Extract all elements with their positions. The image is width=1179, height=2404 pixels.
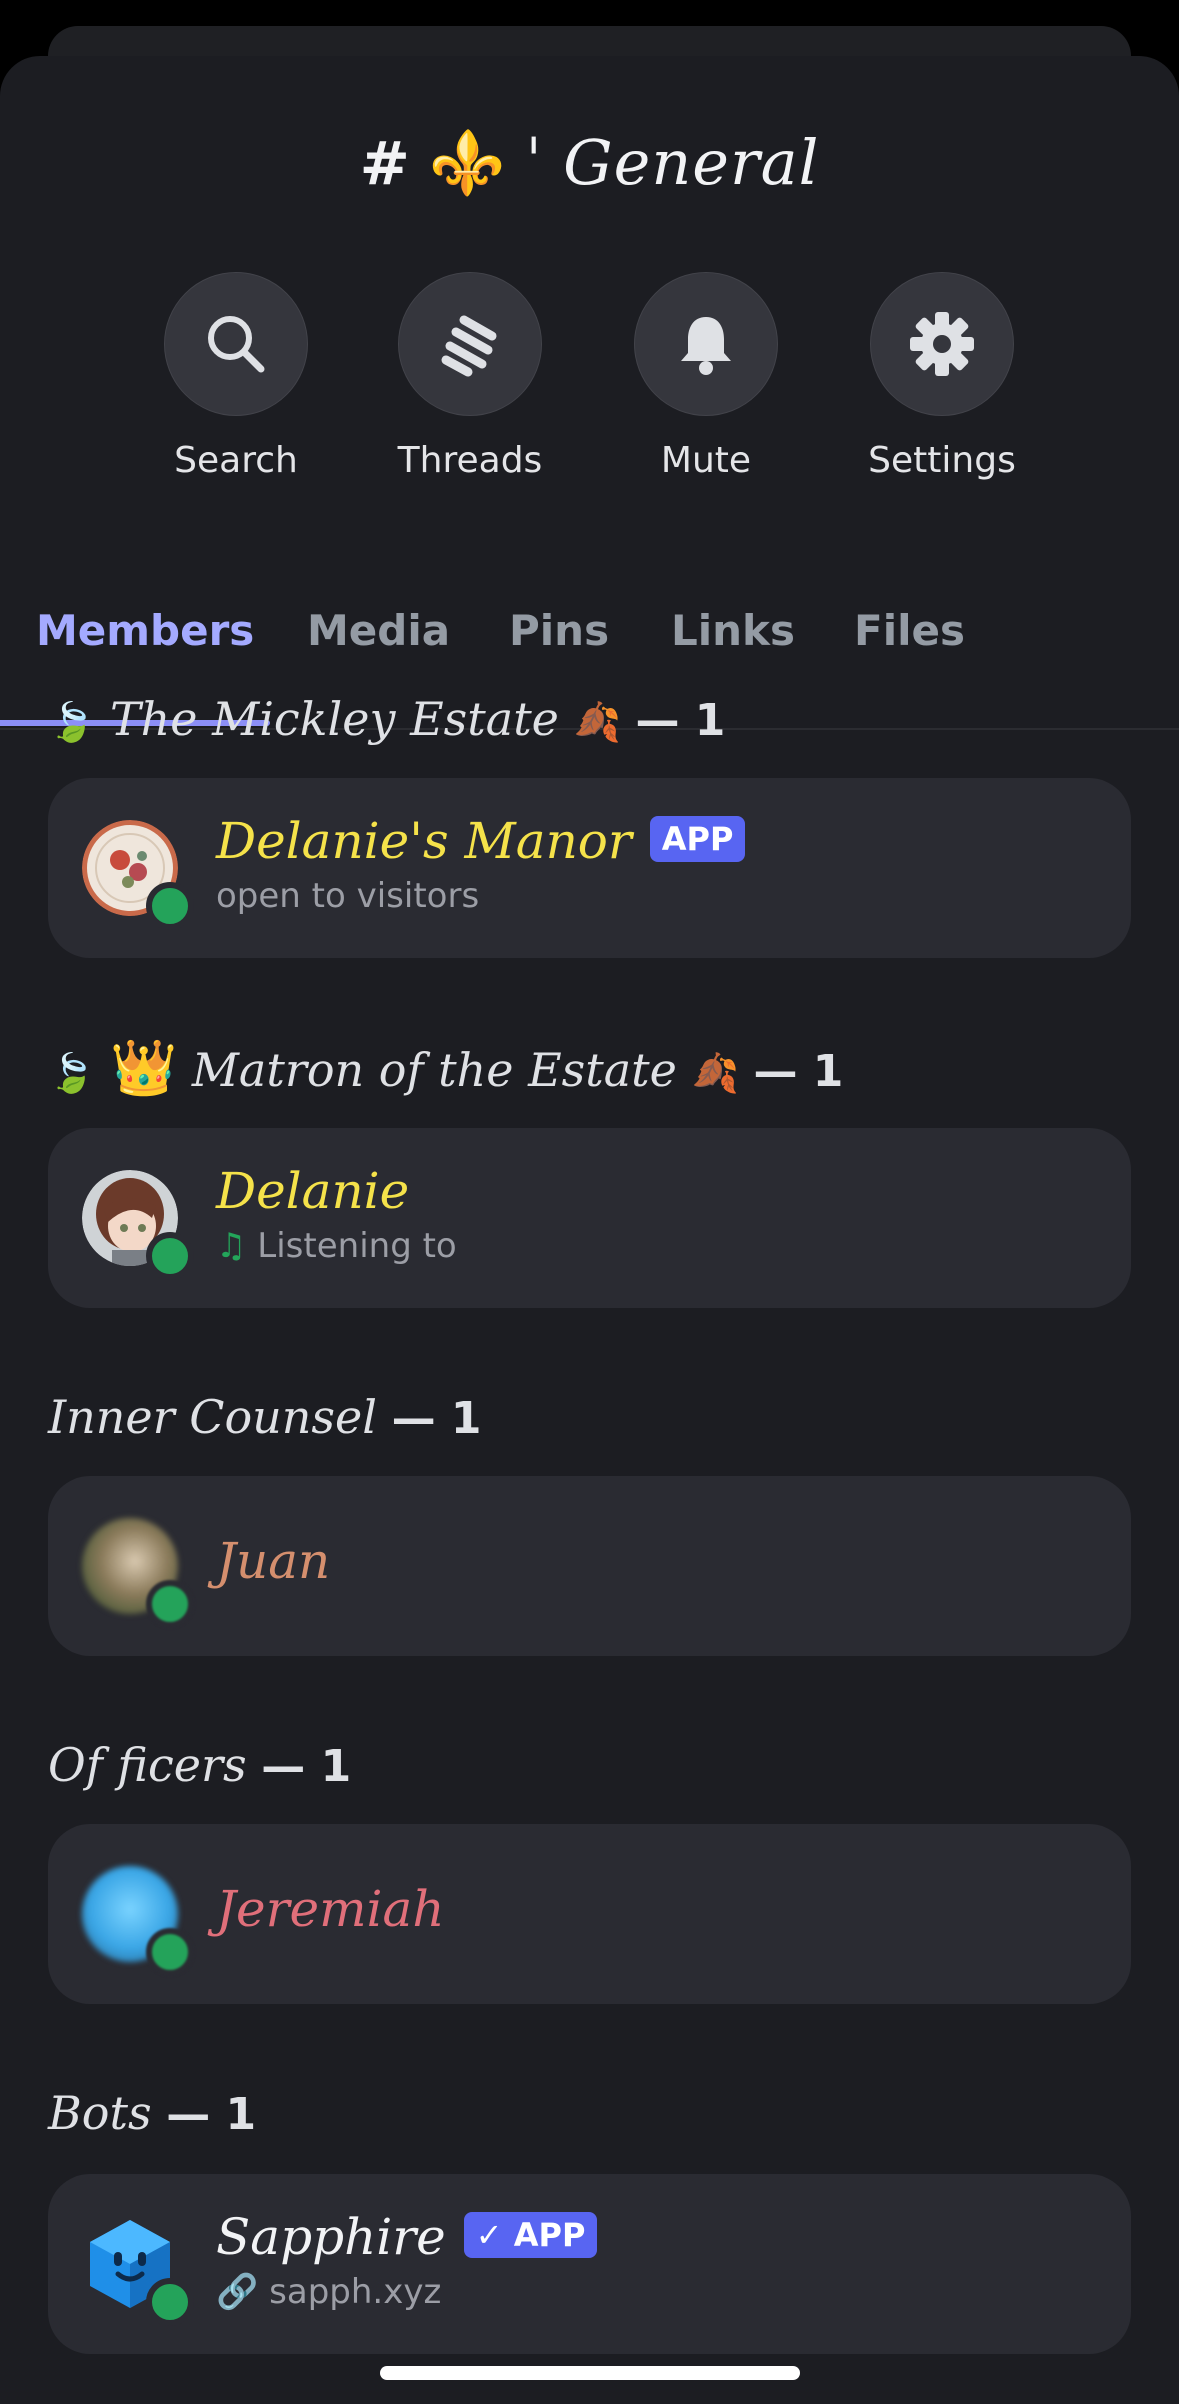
mute-label: Mute [660,440,752,481]
online-status-dot [146,1580,194,1628]
tab-files[interactable]: Files [854,606,965,655]
music-note-icon: ♫ [216,1226,247,1266]
tab-pins[interactable]: Pins [509,606,609,655]
bot-website: sapph.xyz [269,2272,442,2312]
settings-button[interactable]: Settings [842,272,1042,481]
section-title: Of ficers [48,1738,247,1792]
section-title: Matron of the Estate [191,1043,677,1097]
fleur-de-lis-emoji: ⚜️ [428,126,508,199]
home-indicator [380,2366,800,2380]
search-button[interactable]: Search [136,272,336,481]
hash-icon: # [359,129,411,199]
online-status-dot [146,1928,194,1976]
member-row-delanie[interactable]: Delanie ♫ Listening to [48,1128,1131,1308]
member-status: open to visitors [216,876,480,916]
member-status: 🔗 sapph.xyz [216,2272,441,2312]
section-title: The Mickley Estate [109,692,559,746]
channel-info-sheet: # ⚜️ ˈ General Search Threads Mute Setti… [0,56,1179,2404]
section-count: — 1 [391,1393,482,1444]
avatar [82,1866,194,1976]
section-header-inner-counsel: Inner Counsel — 1 [48,1390,482,1444]
avatar [82,1518,194,1628]
section-header-mickley-estate: 🍃 The Mickley Estate 🍂 — 1 [48,692,725,746]
threads-icon [441,315,497,377]
app-badge: APP [649,816,746,862]
verified-app-badge: ✓ APP [463,2212,598,2258]
leaf-icon: 🍃 [48,1051,96,1095]
tab-media[interactable]: Media [307,606,450,655]
member-row-jeremiah[interactable]: Jeremiah [48,1824,1131,2004]
tab-members[interactable]: Members [36,606,254,655]
threads-button[interactable]: Threads [370,272,570,481]
section-count: — 1 [166,2089,257,2140]
leaf-icon: 🍂 [691,1051,739,1095]
member-row-juan[interactable]: Juan [48,1476,1131,1656]
member-name: Sapphire ✓ APP [216,2208,598,2266]
avatar [82,1170,194,1280]
avatar [82,820,194,930]
title-tick: ˈ [525,126,544,199]
online-status-dot [146,1232,194,1280]
search-label: Search [174,440,298,481]
online-status-dot [146,2278,194,2326]
member-name: Jeremiah [216,1880,445,1938]
channel-actions: Search Threads Mute Settings [0,272,1179,492]
mute-button[interactable]: Mute [606,272,806,481]
tab-links[interactable]: Links [671,606,795,655]
member-name: Delanie [216,1162,410,1220]
section-count: — 1 [753,1046,844,1097]
section-header-matron: 🍃 👑 Matron of the Estate 🍂 — 1 [48,1036,843,1100]
gear-icon [910,312,974,376]
member-row-sapphire[interactable]: Sapphire ✓ APP 🔗 sapph.xyz [48,2174,1131,2354]
member-status: ♫ Listening to [216,1226,457,1266]
avatar [82,2216,194,2326]
bell-icon [681,317,731,375]
leaf-icon: 🍃 [48,700,96,744]
listening-text: Listening to [257,1226,457,1266]
leaf-icon: 🍂 [573,700,621,744]
crown-icon: 👑 [109,1036,178,1099]
section-count: — 1 [261,1741,352,1792]
member-name: Juan [216,1532,331,1590]
online-status-dot [146,882,194,930]
channel-title: # ⚜️ ˈ General [0,126,1179,200]
section-title: Bots [48,2086,152,2140]
section-count: — 1 [635,695,726,746]
search-icon [208,316,265,373]
channel-name: General [563,126,820,199]
threads-label: Threads [397,440,543,481]
settings-label: Settings [868,440,1016,481]
section-header-bots: Bots — 1 [48,2086,256,2140]
member-name: Delanie's Manor APP [216,812,746,870]
member-row-delanies-manor[interactable]: Delanie's Manor APP open to visitors [48,778,1131,958]
section-title: Inner Counsel [48,1390,377,1444]
link-icon: 🔗 [216,2272,259,2312]
section-header-officers: Of ficers — 1 [48,1738,351,1792]
